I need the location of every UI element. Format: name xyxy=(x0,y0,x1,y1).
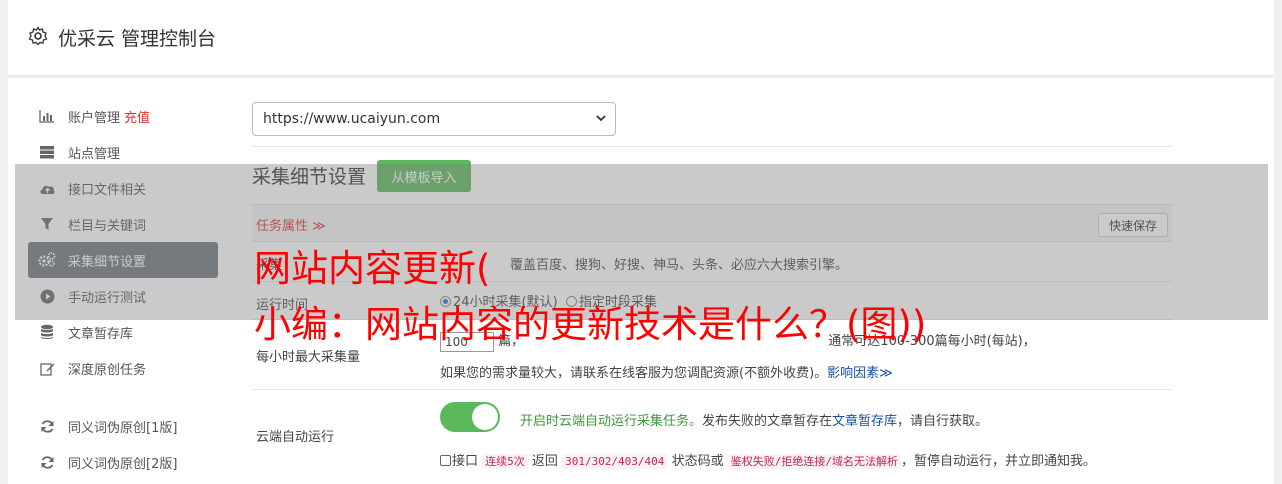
sidebar-item-account[interactable]: 账户管理 充值 xyxy=(28,98,218,134)
page-title: 优采云 管理控制台 xyxy=(58,28,217,50)
code-status: 301/302/403/404 xyxy=(562,454,668,469)
sidebar-item-label: 文章暂存库 xyxy=(68,326,134,342)
gray-overlay-band xyxy=(15,164,1268,320)
sidebar-item-label: 账户管理 xyxy=(68,110,121,126)
sidebar-item-synonym-v2[interactable]: 同义词伪原创[2版] xyxy=(28,444,218,480)
max-per-hour-line2: 如果您的需求量较大，请联系在线客服为您调配资源(不额外收费)。影响因素≫ xyxy=(440,362,893,381)
factors-link[interactable]: 影响因素≫ xyxy=(827,366,893,381)
cloud-auto-run-label: 云端自动运行 xyxy=(256,430,335,445)
app-header: 优采云 管理控制台 xyxy=(8,0,1274,76)
cloud-on-text: 开启时云端自动运行采集任务。 xyxy=(520,414,703,429)
chevron-down-icon xyxy=(595,112,607,127)
pause-text-d: ，暂停自动运行，并立即通知我。 xyxy=(900,454,1096,469)
server-icon xyxy=(38,144,56,160)
code-errors: 鉴权失败/拒绝连接/域名无法解析 xyxy=(727,454,901,469)
sidebar-item-deep-original[interactable]: 深度原创任务 xyxy=(28,350,218,386)
sidebar-item-label: 深度原创任务 xyxy=(68,362,147,378)
sidebar-item-label: 站点管理 xyxy=(68,146,121,162)
gear-icon xyxy=(28,26,48,46)
bar-chart-icon xyxy=(38,108,56,124)
cloud-desc-b: ，请自行获取。 xyxy=(897,414,989,429)
site-select[interactable]: https://www.ucaiyun.com xyxy=(252,102,616,136)
site-select-value: https://www.ucaiyun.com xyxy=(263,111,441,127)
sidebar-divider xyxy=(28,386,218,408)
pause-condition: 接口 连续5次 返回 301/302/403/404 状态码或 鉴权失败/拒绝连… xyxy=(440,450,1096,469)
max-contact-text: 如果您的需求量较大，请联系在线客服为您调配资源(不额外收费)。 xyxy=(440,366,828,381)
sidebar-item-synonym-v1[interactable]: 同义词伪原创[1版] xyxy=(28,408,218,444)
edit-icon xyxy=(38,360,56,376)
cloud-auto-run-desc: 开启时云端自动运行采集任务。发布失败的文章暂存在文章暂存库，请自行获取。 xyxy=(520,410,988,429)
overlay-headline-2: 小编：网站内容的更新技术是什么？(图)) xyxy=(254,303,927,346)
pause-text-b: 返回 xyxy=(531,454,558,469)
recharge-link[interactable]: 充值 xyxy=(124,107,150,126)
article-storage-link[interactable]: 文章暂存库 xyxy=(832,414,897,429)
pause-checkbox[interactable] xyxy=(440,455,451,466)
pause-text-a: 接口 xyxy=(452,454,479,469)
refresh-icon xyxy=(38,418,56,434)
refresh-icon xyxy=(38,454,56,470)
sidebar-item-label: 同义词伪原创[1版] xyxy=(68,420,178,436)
sidebar-item-label: 同义词伪原创[2版] xyxy=(68,456,178,472)
cloud-auto-run-row: 云端自动运行 开启时云端自动运行采集任务。发布失败的文章暂存在文章暂存库，请自行… xyxy=(252,390,1172,480)
cloud-auto-run-toggle[interactable] xyxy=(440,402,500,432)
code-consecutive: 连续5次 xyxy=(482,454,528,469)
divider xyxy=(252,146,1172,147)
max-per-hour-label: 每小时最大采集量 xyxy=(256,350,361,365)
cloud-desc-a: 发布失败的文章暂存在 xyxy=(702,414,833,429)
pause-text-c: 状态码或 xyxy=(671,454,724,469)
overlay-headline-1: 网站内容更新( xyxy=(254,247,491,290)
database-icon xyxy=(38,324,56,340)
